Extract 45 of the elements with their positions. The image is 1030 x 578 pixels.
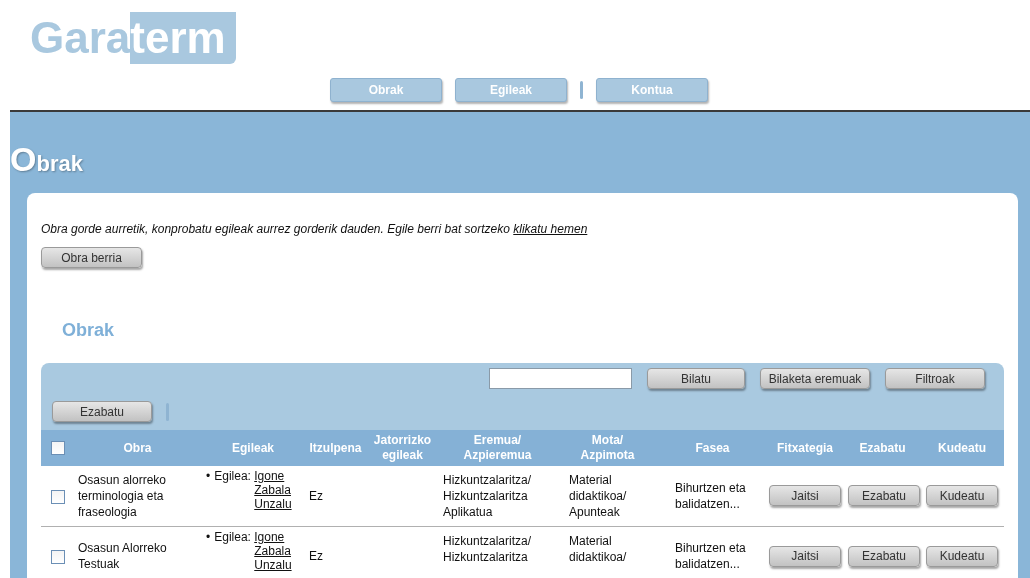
row-button[interactable]: Kudeatu — [926, 485, 998, 507]
checkbox[interactable] — [51, 441, 65, 456]
search-field[interactable] — [489, 368, 632, 389]
column-header: Ezabatu — [859, 440, 906, 456]
column-header: Itzulpena — [309, 440, 362, 456]
row-button[interactable]: Ezabatu — [848, 545, 920, 567]
row-button[interactable]: Jaitsi — [769, 485, 841, 507]
checkbox[interactable] — [51, 489, 65, 504]
section-title: Obrak — [62, 319, 115, 341]
table-cell: Bihurtzen eta balidatzen... — [675, 541, 746, 571]
table-cell: Hizkuntzalaritza/ Hizkuntzalaritza — [443, 533, 532, 564]
new-work-button[interactable]: Obra berria — [41, 247, 142, 268]
delete-button[interactable]: Ezabatu — [52, 401, 152, 422]
author-link[interactable]: Igone Zabala Unzalu — [254, 469, 297, 511]
table-cell: Osasun Alorreko Testuak — [78, 541, 167, 571]
column-header: Obra — [123, 440, 152, 456]
table-cell: Hizkuntzalaritza/ Hizkuntzalaritza Aplikatua — [443, 473, 532, 519]
column-header: Mota/ Azpimota — [579, 433, 636, 463]
table-cell: Ez — [309, 488, 323, 503]
author-label: Egilea: — [214, 529, 251, 544]
column-header: Fitxategia — [777, 440, 833, 456]
column-header: Eremua/ Azpieremua — [462, 433, 533, 463]
table-cell: Material didaktikoa/ — [569, 533, 627, 564]
column-header: Fasea — [695, 440, 730, 456]
author-link[interactable]: Igone Zabala Unzalu — [254, 529, 297, 572]
column-header: Egileak — [232, 440, 274, 456]
author-label: Egilea: — [214, 469, 251, 483]
row-button[interactable]: Ezabatu — [848, 485, 920, 507]
table-cell: Bihurtzen eta balidatzen... — [675, 480, 746, 511]
column-header: Kudeatu — [938, 440, 986, 456]
notice-text: Obra gorde aurretik, konprobatu egileak aurrez gorderik dauden. Egile berri bat sortzeko klikatu hemen — [41, 222, 589, 236]
toolbar-button[interactable]: Bilatu — [647, 368, 745, 389]
table-cell: Ez — [309, 549, 323, 563]
column-header: Jatorrizko egileak — [372, 433, 433, 463]
row-button[interactable]: Kudeatu — [926, 545, 998, 567]
table-cell: Osasun alorreko terminologia eta fraseologia — [78, 472, 167, 519]
create-link[interactable]: klikatu hemen — [513, 222, 588, 236]
bullet: • — [206, 529, 211, 546]
page-title: Obrak — [10, 140, 83, 180]
row-button[interactable]: Jaitsi — [769, 545, 841, 567]
checkbox[interactable] — [51, 549, 65, 564]
toolbar-button[interactable]: Filtroak — [885, 368, 985, 389]
toolbar-button[interactable]: Bilaketa eremuak — [760, 368, 870, 389]
bullet: • — [206, 469, 211, 485]
table-cell: Material didaktikoa/ Apunteak — [569, 473, 627, 519]
